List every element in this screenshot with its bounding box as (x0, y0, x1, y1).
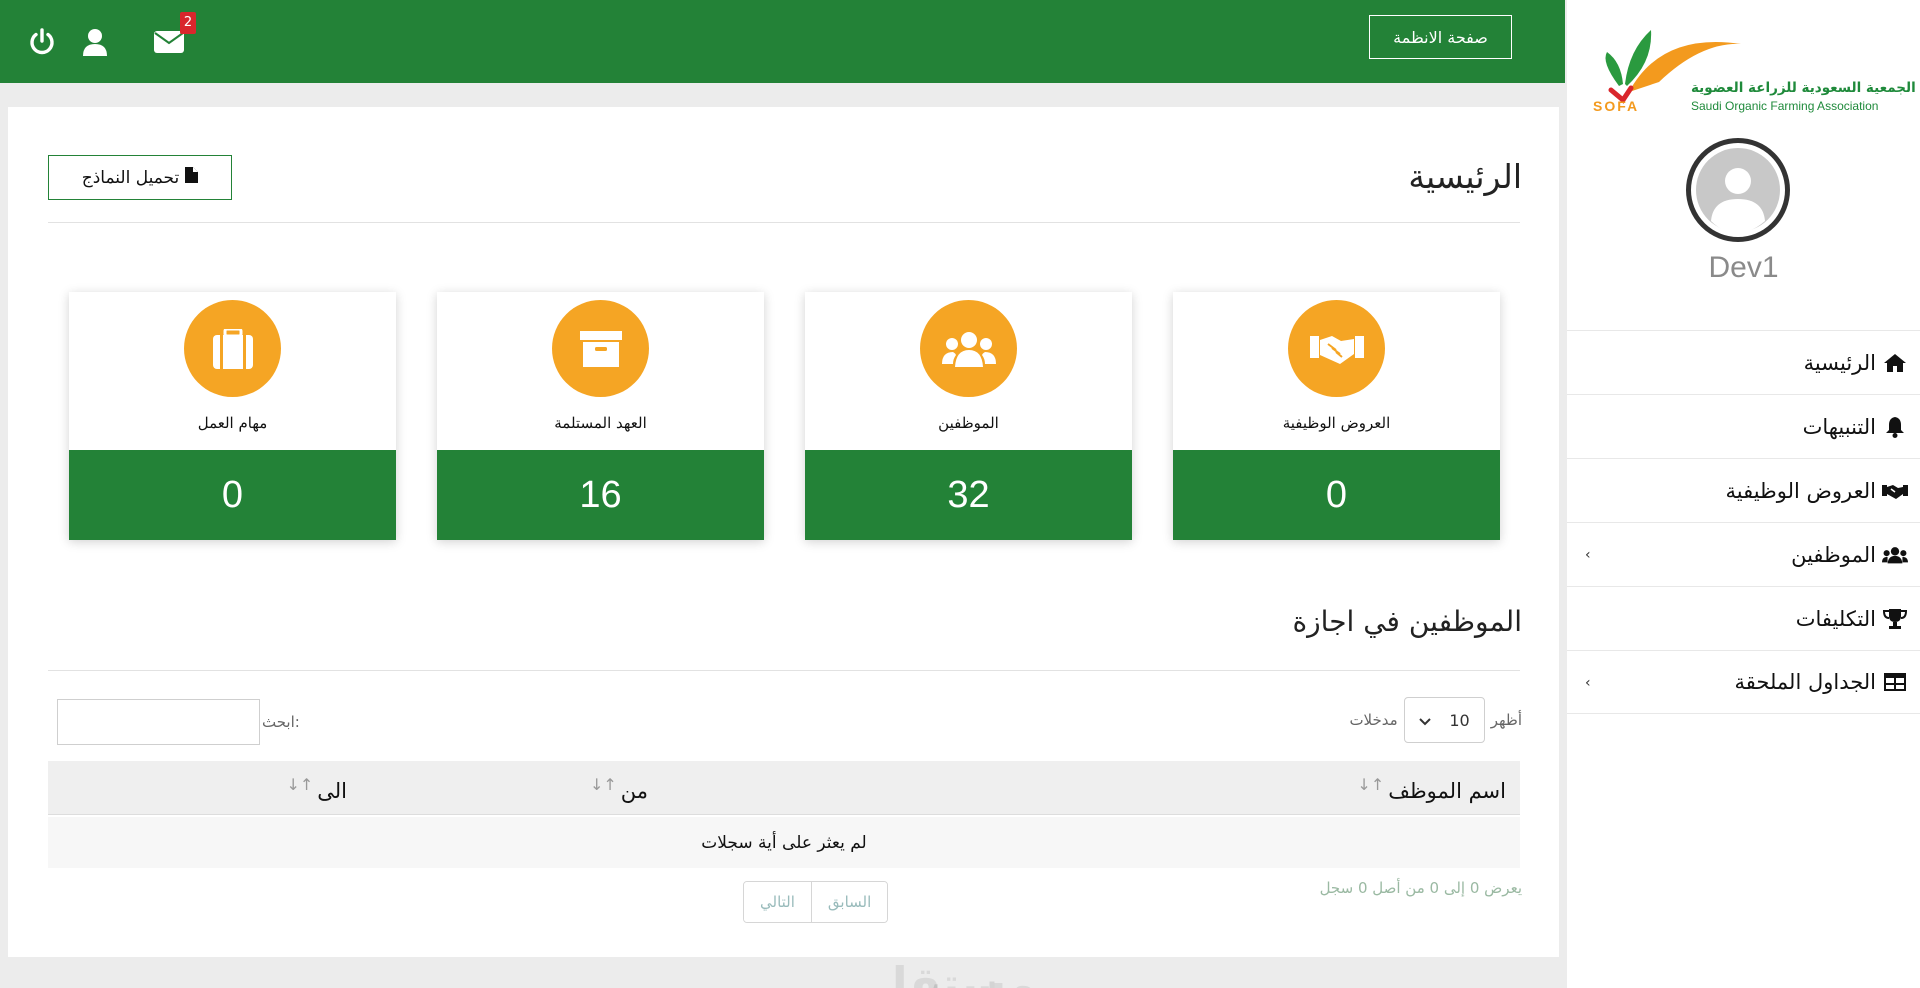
card-value: 16 (437, 450, 764, 540)
sort-icon: ↑↓ (286, 775, 314, 794)
column-header-employee-name[interactable]: اسم الموظف↑↓ (1357, 775, 1506, 803)
chevron-left-icon: ‹ (1585, 675, 1591, 691)
card-value: 0 (69, 450, 396, 540)
sidebar-item-job-offers[interactable]: العروض الوظيفية (1567, 458, 1920, 522)
sort-icon: ↑↓ (1357, 775, 1385, 794)
page-length-value: 10 (1449, 710, 1470, 730)
user-icon[interactable] (77, 24, 113, 60)
card-label: الموظفين (938, 414, 999, 432)
download-forms-label: تحميل النماذج (81, 167, 180, 188)
table-empty-row: لم يعثر على أية سجلات (48, 817, 1520, 868)
sidebar-item-employees[interactable]: ‹ الموظفين (1567, 522, 1920, 586)
card-value: 32 (805, 450, 1132, 540)
card-employees[interactable]: الموظفين 32 (805, 292, 1132, 540)
main-panel: الرئيسية تحميل النماذج مهام العمل 0 العه… (8, 107, 1559, 988)
bell-icon (1882, 416, 1908, 438)
table-search: ابحث: (57, 699, 300, 745)
pagination: التالي السابق (743, 881, 889, 923)
sidebar-item-label: العروض الوظيفية (1725, 478, 1876, 503)
card-label: العروض الوظيفية (1282, 414, 1391, 432)
column-header-to[interactable]: الى↑↓ (286, 775, 347, 803)
section-title: الموظفين في اجازة (1292, 605, 1522, 638)
avatar[interactable] (1686, 138, 1790, 242)
page-length-control: أظهر 10 مدخلات (1349, 697, 1522, 743)
next-page-button[interactable]: التالي (744, 882, 811, 922)
sidebar-item-label: الموظفين (1791, 542, 1876, 567)
users-icon (920, 300, 1017, 397)
sidebar-item-notifications[interactable]: التنبيهات (1567, 394, 1920, 458)
mail-count-badge: 2 (180, 12, 196, 34)
show-label: أظهر (1490, 711, 1522, 729)
sidebar-item-label: التنبيهات (1802, 414, 1876, 439)
archive-icon (552, 300, 649, 397)
search-input[interactable] (57, 699, 260, 745)
watermark: mostaql.com (853, 975, 1086, 988)
entries-label: مدخلات (1349, 711, 1398, 729)
users-icon (1882, 544, 1908, 566)
top-bar: 2 صفحة الانظمة (0, 0, 1565, 83)
logo-english-text: Saudi Organic Farming Association (1691, 99, 1879, 113)
column-label: من (620, 779, 648, 803)
search-label: ابحث: (262, 713, 300, 731)
sidebar-item-label: الرئيسية (1803, 350, 1876, 375)
card-value: 0 (1173, 450, 1500, 540)
home-icon (1882, 352, 1908, 374)
column-label: الى (317, 779, 347, 803)
card-label: مهام العمل (197, 414, 268, 432)
chevron-down-icon (1418, 711, 1431, 730)
sidebar-item-assignments[interactable]: التكليفات (1567, 586, 1920, 650)
suitcase-icon (184, 300, 281, 397)
table-info: يعرض 0 إلى 0 من أصل 0 سجل (1319, 879, 1522, 897)
download-forms-button[interactable]: تحميل النماذج (48, 155, 232, 200)
sidebar-item-label: الجداول الملحقة (1734, 670, 1876, 694)
sidebar-item-attached-tables[interactable]: ‹ الجداول الملحقة (1567, 650, 1920, 714)
username: Dev1 (1708, 251, 1779, 284)
chevron-left-icon: ‹ (1585, 547, 1591, 563)
power-icon[interactable] (24, 24, 60, 60)
sidebar-item-home[interactable]: الرئيسية (1567, 330, 1920, 394)
systems-page-button[interactable]: صفحة الانظمة (1369, 15, 1512, 59)
page-length-select[interactable]: 10 (1403, 697, 1485, 743)
sidebar-menu: الرئيسية التنبيهات العروض الوظيفية ‹ الم… (1567, 330, 1920, 714)
page-title: الرئيسية (1408, 157, 1522, 196)
trophy-icon (1882, 608, 1908, 630)
column-header-from[interactable]: من↑↓ (590, 775, 648, 803)
sort-icon: ↑↓ (589, 775, 617, 794)
handshake-icon (1882, 480, 1908, 502)
divider (48, 670, 1520, 671)
column-label: اسم الموظف (1388, 779, 1506, 803)
logo: الجمعية السعودية للزراعة العضوية Saudi O… (1591, 22, 1916, 118)
divider (48, 222, 1520, 223)
file-icon (185, 167, 199, 188)
card-work-tasks[interactable]: مهام العمل 0 (69, 292, 396, 540)
logo-abbreviation: SOFA (1593, 98, 1640, 114)
card-received-custody[interactable]: العهد المستلمة 16 (437, 292, 764, 540)
previous-page-button[interactable]: السابق (810, 882, 888, 922)
card-job-offers[interactable]: العروض الوظيفية 0 (1173, 292, 1500, 540)
sidebar-item-label: التكليفات (1795, 606, 1876, 631)
handshake-icon (1288, 300, 1385, 397)
sidebar: الجمعية السعودية للزراعة العضوية Saudi O… (1567, 0, 1920, 988)
card-label: العهد المستلمة (554, 414, 647, 432)
logo-arabic-text: الجمعية السعودية للزراعة العضوية (1691, 80, 1916, 96)
table-icon (1882, 671, 1908, 693)
table-header: اسم الموظف↑↓ من↑↓ الى↑↓ (48, 761, 1520, 815)
